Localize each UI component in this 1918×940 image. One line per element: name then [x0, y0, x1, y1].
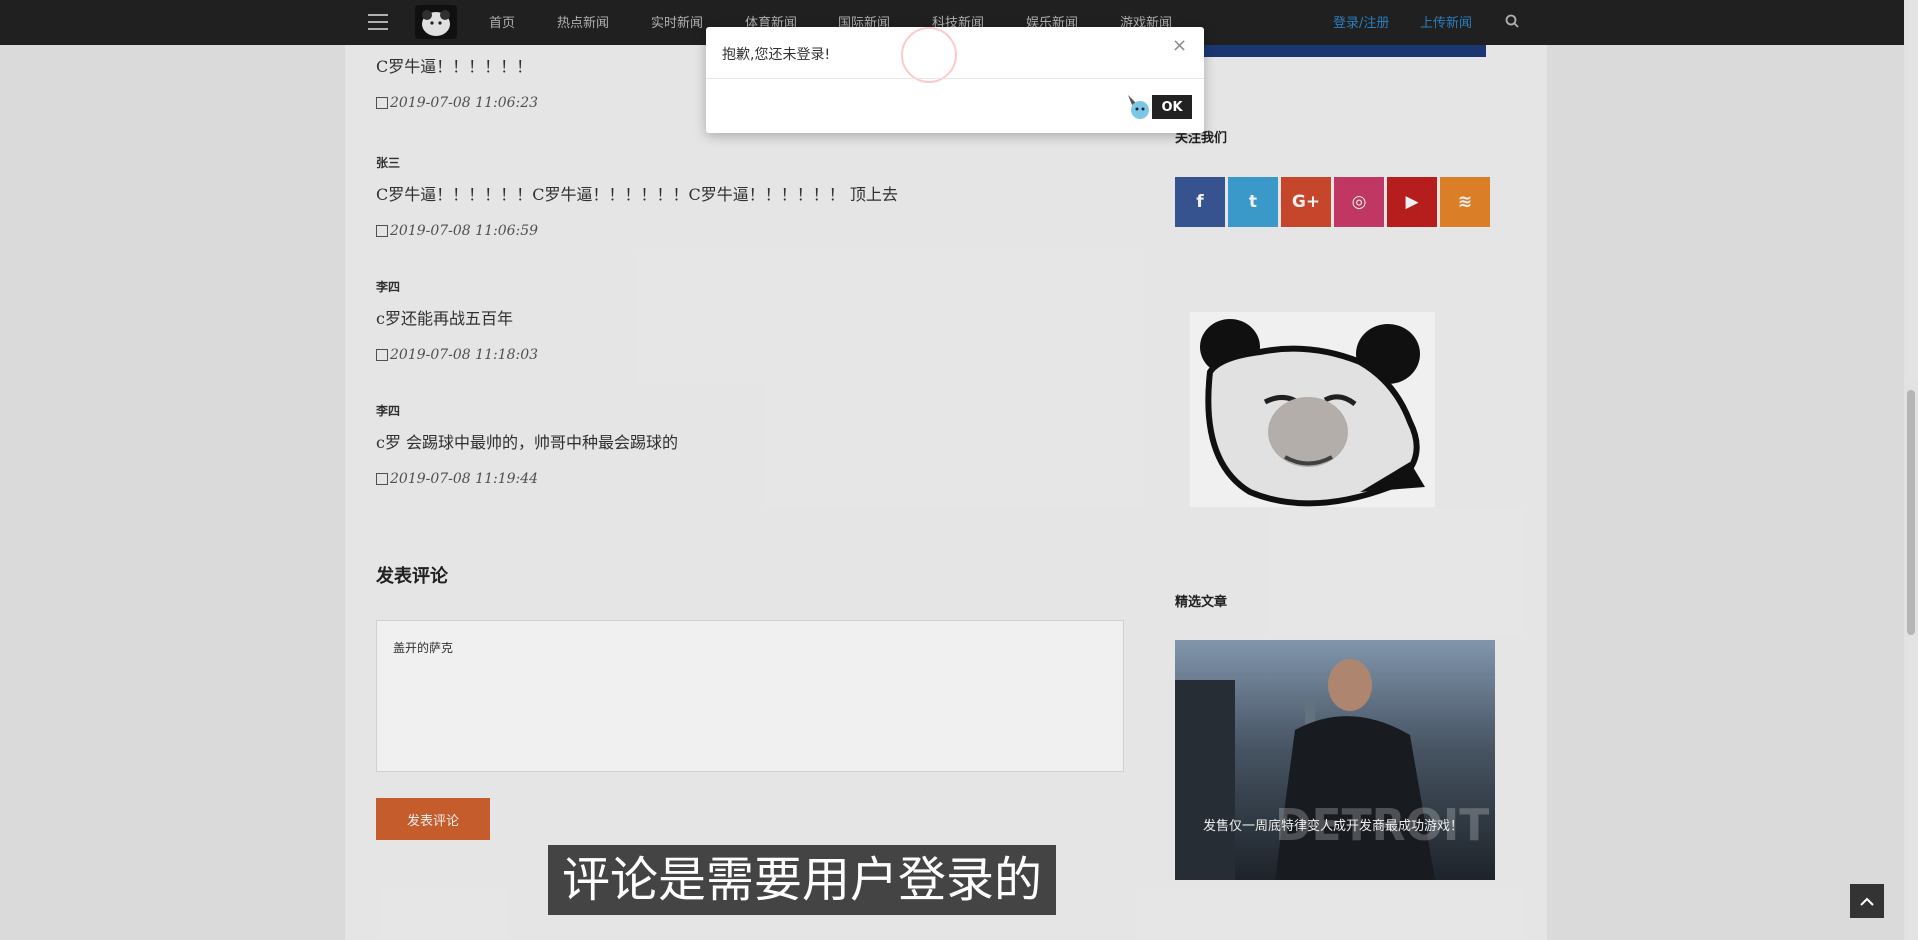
modal-overlay: [0, 0, 1918, 940]
close-icon[interactable]: ×: [1172, 35, 1187, 56]
login-required-dialog: 抱歉,您还未登录! × OK: [706, 27, 1204, 133]
loading-spinner-icon: [901, 27, 957, 83]
mascot-icon: [1128, 95, 1149, 119]
ok-button[interactable]: OK: [1152, 95, 1192, 119]
chevron-up-icon: [1860, 897, 1874, 906]
back-to-top-button[interactable]: [1850, 884, 1884, 918]
video-subtitle: 评论是需要用户登录的: [548, 845, 1057, 915]
dialog-message: 抱歉,您还未登录!: [722, 47, 831, 63]
dialog-divider: [706, 78, 1204, 79]
